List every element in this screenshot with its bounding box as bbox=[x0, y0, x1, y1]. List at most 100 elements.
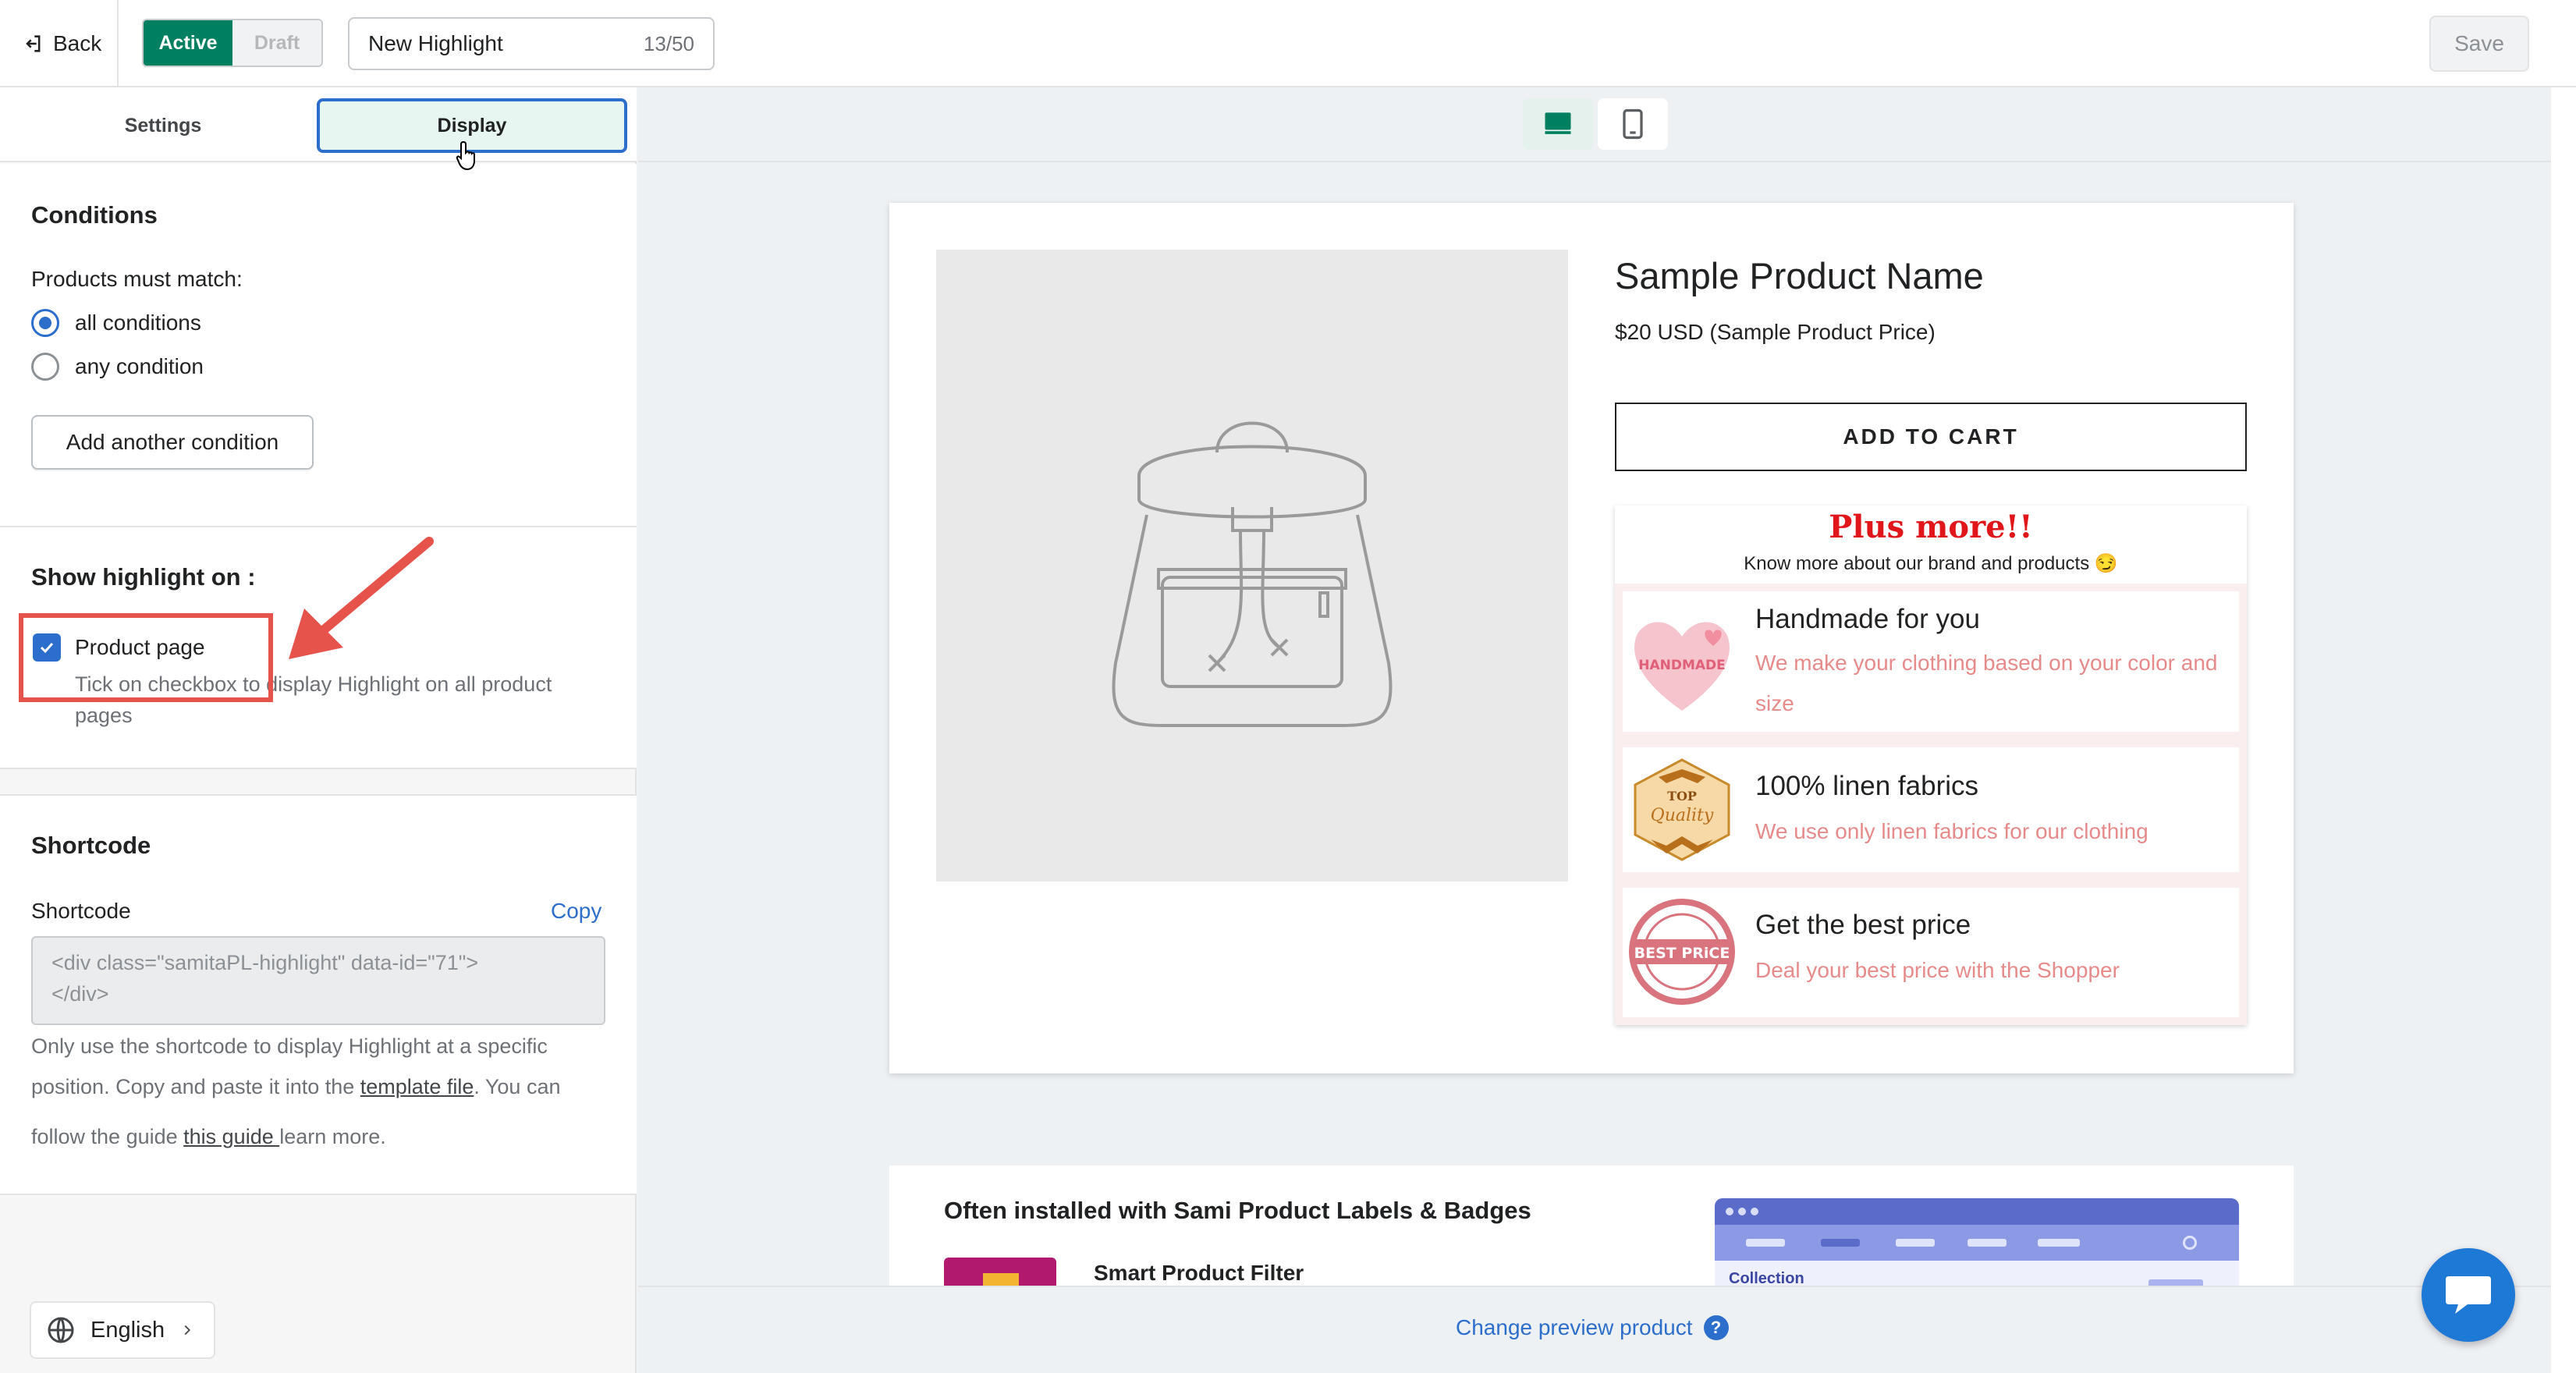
highlight-item-title: Handmade for you bbox=[1755, 604, 1980, 634]
mock-search-icon bbox=[2183, 1236, 2197, 1250]
highlight-item-title: Get the best price bbox=[1755, 910, 1971, 940]
mock-tag bbox=[2148, 1279, 2203, 1286]
shortcode-help-2a: position. Copy and paste it into the bbox=[31, 1075, 360, 1098]
product-name: Sample Product Name bbox=[1615, 255, 1984, 296]
highlight-item: HANDMADE Handmade for you We make your c… bbox=[1623, 591, 2239, 732]
add-condition-button[interactable]: Add another condition bbox=[31, 415, 314, 470]
language-selector[interactable]: English bbox=[30, 1301, 215, 1359]
annotation-arrow-icon bbox=[289, 537, 434, 659]
highlight-title-input[interactable]: New Highlight 13/50 bbox=[348, 17, 715, 70]
shortcode-help-3: follow the guide this guide learn more. bbox=[31, 1125, 386, 1149]
radio-any-label[interactable]: any condition bbox=[75, 354, 204, 379]
match-label: Products must match: bbox=[31, 267, 243, 291]
chevron-right-icon bbox=[184, 1325, 191, 1336]
top-quality-badge-icon: TOP Quality bbox=[1634, 758, 1730, 861]
radio-any-condition[interactable] bbox=[31, 353, 59, 381]
mobile-icon bbox=[1623, 108, 1643, 140]
app-screenshot: Collection bbox=[1715, 1198, 2239, 1286]
language-label: English bbox=[90, 1317, 165, 1343]
preview-area: Sample Product Name $20 USD (Sample Prod… bbox=[638, 87, 2551, 1286]
radio-all-conditions[interactable] bbox=[31, 309, 59, 337]
app-name-link[interactable]: Smart Product Filter bbox=[1094, 1261, 1304, 1286]
change-preview-product-link[interactable]: Change preview product ? bbox=[1456, 1315, 1729, 1340]
quality-icon-text: Quality bbox=[1651, 806, 1714, 825]
best-price-stamp-icon: BEST PRiCE bbox=[1629, 899, 1735, 1005]
chat-button[interactable] bbox=[2422, 1248, 2515, 1342]
often-installed-card: Often installed with Sami Product Labels… bbox=[889, 1165, 2294, 1286]
shortcode-line-1: <div class="samitaPL-highlight" data-id=… bbox=[51, 951, 479, 974]
mock-browser-bar bbox=[1715, 1198, 2239, 1225]
often-installed-title: Often installed with Sami Product Labels… bbox=[944, 1197, 1531, 1224]
product-preview-card: Sample Product Name $20 USD (Sample Prod… bbox=[889, 203, 2294, 1073]
highlight-item-desc: We make your clothing based on your colo… bbox=[1755, 651, 2218, 715]
tab-settings[interactable]: Settings bbox=[12, 98, 314, 153]
mock-nav-item bbox=[2038, 1239, 2080, 1247]
mock-nav-item bbox=[1896, 1239, 1935, 1247]
show-on-heading: Show highlight on : bbox=[31, 563, 256, 591]
status-toggle[interactable]: Active Draft bbox=[142, 19, 323, 67]
hand-cursor-icon bbox=[456, 140, 475, 171]
desktop-preview-button[interactable] bbox=[1523, 98, 1593, 150]
highlight-header: Plus more!! Know more about our brand an… bbox=[1615, 506, 2247, 584]
highlight-item: BEST PRiCE Get the best price Deal your … bbox=[1623, 888, 2239, 1017]
product-page-help-2: pages bbox=[75, 704, 133, 727]
preview-footer: Change preview product ? bbox=[638, 1286, 2551, 1373]
shortcode-heading: Shortcode bbox=[31, 832, 151, 859]
status-draft-button[interactable]: Draft bbox=[232, 20, 321, 66]
shortcode-field-label: Shortcode bbox=[31, 899, 131, 923]
highlight-subtitle: Know more about our brand and products 😏 bbox=[1744, 553, 2118, 574]
highlight-item-desc: Deal your best price with the Shopper bbox=[1755, 958, 2120, 982]
top-icon-text: TOP bbox=[1667, 789, 1697, 804]
shortcode-field[interactable]: <div class="samitaPL-highlight" data-id=… bbox=[31, 936, 605, 1025]
globe-icon bbox=[48, 1317, 74, 1343]
mock-nav-item bbox=[1746, 1239, 1785, 1247]
handmade-heart-icon: HANDMADE bbox=[1634, 622, 1730, 711]
best-price-icon-text: BEST PRiCE bbox=[1634, 945, 1730, 962]
highlight-title: Plus more!! bbox=[1829, 509, 2033, 545]
preview-divider bbox=[638, 161, 2551, 162]
mobile-preview-button[interactable] bbox=[1598, 98, 1668, 150]
mock-nav-item bbox=[1821, 1239, 1860, 1247]
template-file-link[interactable]: template file bbox=[360, 1075, 474, 1098]
status-active-button[interactable]: Active bbox=[144, 20, 232, 66]
right-gutter bbox=[2551, 87, 2576, 1373]
title-char-count: 13/50 bbox=[643, 31, 694, 55]
shortcode-help-2: position. Copy and paste it into the tem… bbox=[31, 1075, 560, 1099]
shortcode-line-2: </div> bbox=[51, 982, 109, 1006]
change-preview-label[interactable]: Change preview product bbox=[1456, 1315, 1693, 1340]
annotation-highlight-box bbox=[19, 613, 273, 702]
product-price: $20 USD (Sample Product Price) bbox=[1615, 320, 1936, 344]
conditions-heading: Conditions bbox=[31, 201, 158, 229]
mock-collection-label: Collection bbox=[1729, 1270, 1804, 1286]
desktop-icon bbox=[1545, 112, 1571, 134]
chat-bubble-icon bbox=[2446, 1276, 2491, 1314]
radio-all-label[interactable]: all conditions bbox=[75, 310, 201, 335]
shortcode-help-3a: follow the guide bbox=[31, 1125, 184, 1148]
mock-dot bbox=[1726, 1208, 1733, 1215]
highlight-block: Plus more!! Know more about our brand an… bbox=[1615, 506, 2247, 1025]
divider bbox=[117, 0, 119, 87]
product-image bbox=[936, 250, 1568, 882]
help-icon[interactable]: ? bbox=[1703, 1315, 1729, 1340]
back-arrow-icon bbox=[26, 35, 41, 52]
shortcode-help-1: Only use the shortcode to display Highli… bbox=[31, 1034, 548, 1058]
mock-dot bbox=[1751, 1208, 1758, 1215]
mock-nav-item bbox=[1967, 1239, 2007, 1247]
highlight-item: TOP Quality 100% linen fabrics We use on… bbox=[1623, 747, 2239, 872]
handmade-icon-text: HANDMADE bbox=[1638, 658, 1726, 673]
back-label: Back bbox=[53, 31, 102, 55]
highlight-item-desc: We use only linen fabrics for our clothi… bbox=[1755, 819, 2148, 843]
shortcode-help-3b: learn more. bbox=[279, 1125, 386, 1148]
app-thumbnail[interactable] bbox=[944, 1258, 1056, 1286]
this-guide-link[interactable]: this guide bbox=[183, 1125, 279, 1148]
device-toggle bbox=[1523, 98, 1668, 150]
backpack-icon bbox=[1112, 421, 1393, 727]
back-button[interactable]: Back bbox=[22, 23, 101, 64]
title-value[interactable]: New Highlight bbox=[368, 31, 644, 56]
mock-dot bbox=[1738, 1208, 1746, 1215]
shortcode-help-2b: . You can bbox=[474, 1075, 561, 1098]
copy-shortcode-link[interactable]: Copy bbox=[551, 899, 601, 924]
highlight-item-title: 100% linen fabrics bbox=[1755, 771, 1978, 801]
add-to-cart-button[interactable]: ADD TO CART bbox=[1615, 403, 2247, 471]
save-button[interactable]: Save bbox=[2429, 16, 2529, 72]
